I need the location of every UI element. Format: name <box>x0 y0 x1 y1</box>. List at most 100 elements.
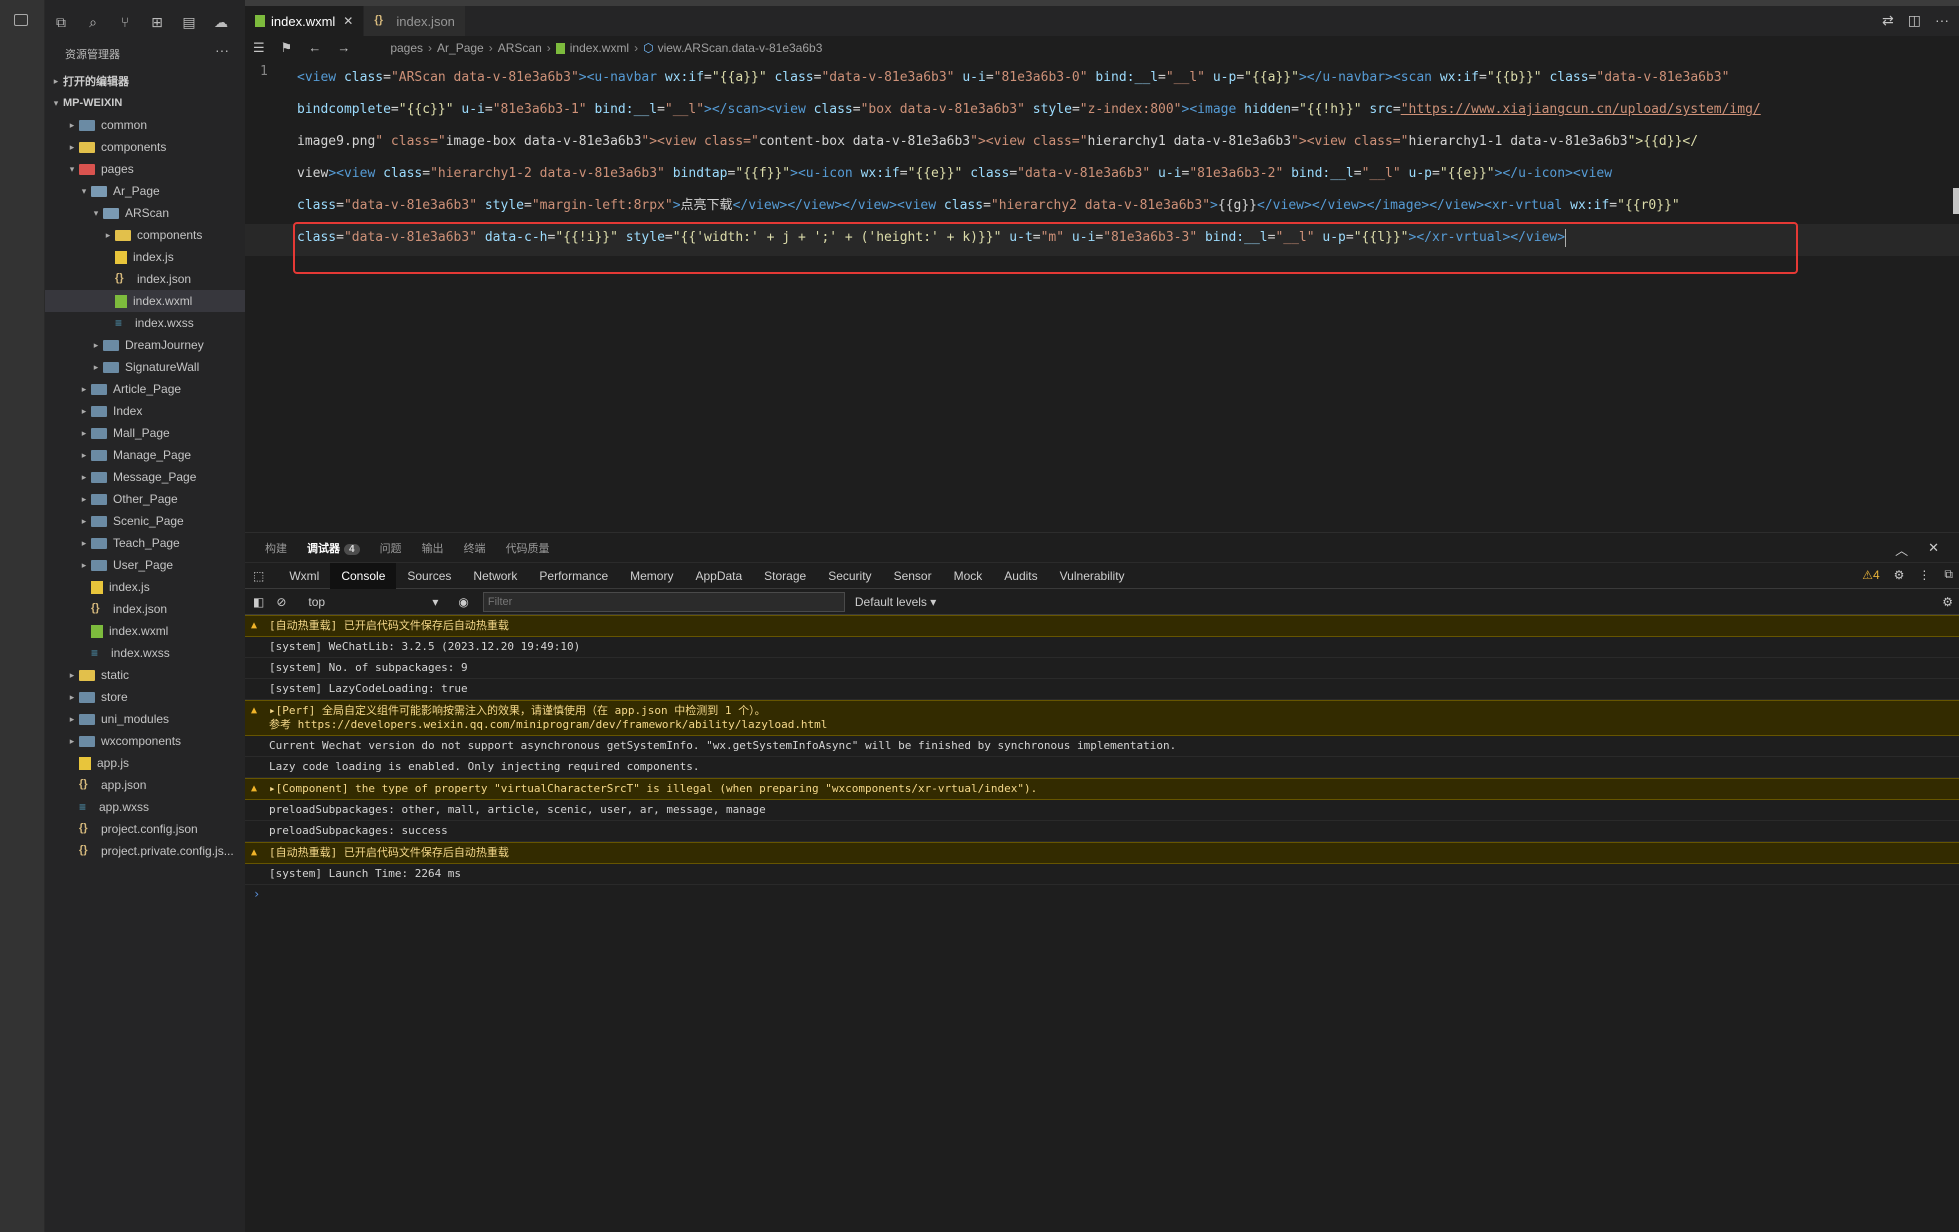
tree-item[interactable]: index.wxml <box>45 290 245 312</box>
undock-icon[interactable]: ⧉ <box>1944 567 1953 582</box>
collapse-icon[interactable] <box>14 14 28 26</box>
tree-item[interactable]: index.js <box>45 576 245 598</box>
close-icon[interactable]: ✕ <box>1928 540 1939 559</box>
context-select[interactable]: top ▾ <box>308 595 438 609</box>
tree-item[interactable]: ≡ index.wxss <box>45 642 245 664</box>
breadcrumb-item[interactable]: ARScan <box>498 41 542 55</box>
tree-item[interactable]: ▸ store <box>45 686 245 708</box>
search-icon[interactable]: ⌕ <box>77 10 109 34</box>
tree-item[interactable]: ▸ Article_Page <box>45 378 245 400</box>
docker-icon[interactable]: ☁ <box>205 10 237 34</box>
tab-index-json[interactable]: {} index.json <box>364 6 466 36</box>
tree-item[interactable]: app.js <box>45 752 245 774</box>
tree-item[interactable]: ▸ wxcomponents <box>45 730 245 752</box>
filter-input[interactable] <box>482 591 845 612</box>
kebab-icon[interactable]: ⋮ <box>1918 568 1930 582</box>
tree-item[interactable]: {} index.json <box>45 268 245 290</box>
tree-item[interactable]: ▸ common <box>45 114 245 136</box>
tree-item[interactable]: ▸ Teach_Page <box>45 532 245 554</box>
devtools-tab[interactable]: Storage <box>753 563 817 589</box>
sidebar-toggle-icon[interactable]: ◧ <box>253 595 264 609</box>
tree-item[interactable]: {} index.json <box>45 598 245 620</box>
tab-code-quality[interactable]: 代码质量 <box>506 540 550 556</box>
tree-item[interactable]: ▸ Mall_Page <box>45 422 245 444</box>
console-prompt[interactable]: › <box>245 885 1959 901</box>
code-line[interactable]: class="data-v-81e3a6b3" style="margin-le… <box>297 192 1680 224</box>
bookmark-icon[interactable]: ⚑ <box>281 40 293 56</box>
breadcrumb-item[interactable]: pages <box>390 41 423 55</box>
devtools-tab[interactable]: Console <box>330 562 397 589</box>
tree-item[interactable]: ▸ static <box>45 664 245 686</box>
tree-item[interactable]: ≡ index.wxss <box>45 312 245 334</box>
tree-item[interactable]: ▸ Scenic_Page <box>45 510 245 532</box>
tree-item[interactable]: ≡ app.wxss <box>45 796 245 818</box>
compare-icon[interactable]: ⇄ <box>1882 12 1894 29</box>
split-editor-icon[interactable]: ◫ <box>1908 12 1921 29</box>
extensions-icon[interactable]: ⊞ <box>141 10 173 34</box>
devtools-tab[interactable]: Sources <box>396 563 462 589</box>
tree-item[interactable]: {} project.private.config.js... <box>45 840 245 862</box>
code-line[interactable]: <view class="ARScan data-v-81e3a6b3"><u-… <box>297 64 1729 96</box>
settings-icon[interactable]: ⚙ <box>1942 595 1953 609</box>
tree-item[interactable]: ▾ ARScan <box>45 202 245 224</box>
clear-console-icon[interactable]: ⊘ <box>276 595 286 609</box>
tab-output[interactable]: 输出 <box>422 540 444 556</box>
project-header[interactable]: ▾ MP-WEIXIN <box>45 92 245 114</box>
tree-item[interactable]: ▸ Manage_Page <box>45 444 245 466</box>
close-icon[interactable]: ✕ <box>343 14 353 28</box>
tree-item[interactable]: ▸ uni_modules <box>45 708 245 730</box>
code-line[interactable]: image9.png" class="image-box data-v-81e3… <box>297 128 1698 160</box>
more-actions-icon[interactable]: ··· <box>1935 12 1949 29</box>
tree-item[interactable]: ▾ pages <box>45 158 245 180</box>
warning-count[interactable]: ⚠4 <box>1862 568 1879 582</box>
devtools-tab[interactable]: Audits <box>993 563 1048 589</box>
tree-item[interactable]: ▸ components <box>45 136 245 158</box>
devtools-tab[interactable]: Vulnerability <box>1049 563 1136 589</box>
tab-build[interactable]: 构建 <box>265 540 287 556</box>
list-icon[interactable]: ☰ <box>253 40 265 56</box>
code-line[interactable]: view><view class="hierarchy1-2 data-v-81… <box>297 160 1612 192</box>
tree-item[interactable]: ▸ Index <box>45 400 245 422</box>
inspect-icon[interactable]: ⬚ <box>253 569 264 583</box>
tab-debugger[interactable]: 调试器 4 <box>307 540 360 556</box>
back-arrow-icon[interactable]: ← <box>308 40 321 56</box>
tree-item[interactable]: ▸ Other_Page <box>45 488 245 510</box>
scrollbar[interactable] <box>1953 188 1959 214</box>
tree-item[interactable]: ▸ SignatureWall <box>45 356 245 378</box>
tab-problems[interactable]: 问题 <box>380 540 402 556</box>
tab-index-wxml[interactable]: index.wxml ✕ <box>245 6 365 36</box>
open-editors-header[interactable]: ▸ 打开的编辑器 <box>45 70 245 92</box>
tree-item[interactable]: ▾ Ar_Page <box>45 180 245 202</box>
devtools-tab[interactable]: Network <box>462 563 528 589</box>
levels-select[interactable]: Default levels ▾ <box>855 595 936 609</box>
tree-item[interactable]: ▸ DreamJourney <box>45 334 245 356</box>
tab-terminal[interactable]: 终端 <box>464 540 486 556</box>
devtools-tab[interactable]: AppData <box>684 563 753 589</box>
gear-icon[interactable]: ⚙ <box>1894 568 1905 582</box>
code-line[interactable]: class="data-v-81e3a6b3" data-c-h="{{!i}}… <box>297 224 1567 256</box>
more-icon[interactable]: ··· <box>215 42 229 58</box>
tree-item[interactable]: ▸ Message_Page <box>45 466 245 488</box>
breadcrumb-item[interactable]: view.ARScan.data-v-81e3a6b3 <box>658 41 823 55</box>
explorer-icon[interactable]: ⧉ <box>45 10 77 34</box>
tree-item[interactable]: index.js <box>45 246 245 268</box>
breadcrumb-item[interactable]: index.wxml <box>570 41 629 55</box>
tree-item[interactable]: index.wxml <box>45 620 245 642</box>
forward-arrow-icon[interactable]: → <box>337 40 350 56</box>
devtools-tab[interactable]: Performance <box>528 563 619 589</box>
breadcrumb-item[interactable]: Ar_Page <box>437 41 484 55</box>
devtools-tab[interactable]: Mock <box>943 563 994 589</box>
tree-item[interactable]: {} project.config.json <box>45 818 245 840</box>
eye-icon[interactable]: ◉ <box>458 595 468 609</box>
code-line[interactable]: bindcomplete="{{c}}" u-i="81e3a6b3-1" bi… <box>297 96 1761 128</box>
tree-item[interactable]: ▸ components <box>45 224 245 246</box>
maximize-icon[interactable]: ︿ <box>1895 540 1908 559</box>
debug-icon[interactable]: ▤ <box>173 10 205 34</box>
source-control-icon[interactable]: ⑂ <box>109 10 141 34</box>
tree-item[interactable]: ▸ User_Page <box>45 554 245 576</box>
devtools-tab[interactable]: Memory <box>619 563 684 589</box>
devtools-tab[interactable]: Security <box>817 563 882 589</box>
tree-item[interactable]: {} app.json <box>45 774 245 796</box>
devtools-tab[interactable]: Wxml <box>278 563 330 589</box>
devtools-tab[interactable]: Sensor <box>883 563 943 589</box>
